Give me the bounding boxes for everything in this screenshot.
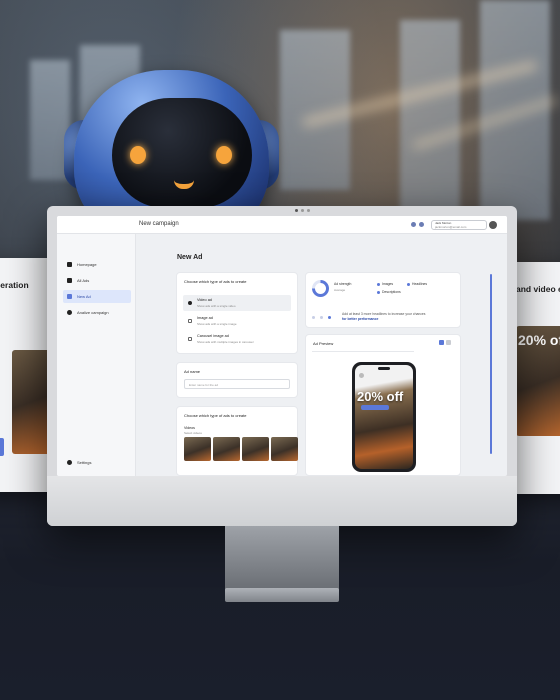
video-thumbnail[interactable] <box>213 437 240 461</box>
ad-type-panel: Choose which type of ads to create Video… <box>176 272 298 354</box>
grid-icon <box>67 278 72 283</box>
sidebar-item-label: Analize campaign <box>77 310 109 315</box>
scrollbar[interactable] <box>490 274 492 454</box>
video-thumbnail[interactable] <box>271 437 298 461</box>
camera-dot <box>295 209 298 212</box>
home-icon <box>67 262 72 267</box>
checkbox-icon <box>188 319 192 323</box>
monitor-stand <box>225 526 339 590</box>
promo-text: 20% off <box>357 389 404 404</box>
ad-preview-title: Ad Preview <box>313 341 334 346</box>
videos-label: Videos <box>184 426 195 430</box>
ad-type-option-carousel[interactable]: Carousel image ad Show ads with multiple… <box>183 331 291 347</box>
checkbox-icon <box>188 337 192 341</box>
plus-icon <box>67 294 72 299</box>
monitor-base <box>225 588 339 602</box>
ad-type-option-video[interactable]: Video ad Show ads with a single video <box>183 295 291 311</box>
ad-strength-panel: Ad strength Average Images Headlines Des… <box>305 272 461 328</box>
ad-name-title: Ad name <box>184 369 201 374</box>
ad-name-input[interactable]: Enter name for the ad <box>184 379 290 389</box>
right-floating-card: and video ex 20% of <box>510 262 560 494</box>
sidebar-item-label: All Ads <box>77 278 90 283</box>
ad-strength-donut <box>312 280 329 297</box>
suggestion-strong: for better performance <box>342 317 379 321</box>
videos-panel-title: Choose which type of ads to create <box>184 413 247 418</box>
desktop-view-icon[interactable] <box>446 340 451 345</box>
notification-icon[interactable] <box>411 222 416 227</box>
monitor: New campaign Jack Morton jackmorton@emai… <box>47 206 517 526</box>
metric-headlines: Headlines <box>412 282 428 286</box>
sidebar-item-label: Homepage <box>77 262 97 267</box>
sidebar: Homepage All Ads New Ad Analize campaign… <box>57 234 136 476</box>
mobile-view-icon[interactable] <box>439 340 444 345</box>
avatar[interactable] <box>489 221 497 229</box>
right-card-promo: 20% of <box>518 332 560 348</box>
phone-notch <box>378 367 390 370</box>
left-card-accent <box>0 438 4 456</box>
phone-screen: 20% off <box>355 365 413 469</box>
metric-images: Images <box>382 282 394 286</box>
left-card-title: t generation <box>0 280 29 290</box>
user-menu[interactable]: Jack Morton jackmorton@email.com <box>431 220 487 230</box>
page-title: New Ad <box>177 254 203 261</box>
phone-mockup: 20% off <box>352 362 416 472</box>
user-email: jackmorton@email.com <box>435 224 467 229</box>
info-icon <box>67 310 72 315</box>
ad-type-option-image[interactable]: Image ad Show ads with a single image <box>183 313 291 329</box>
metric-descriptions: Descriptions <box>382 290 401 294</box>
sidebar-item-homepage[interactable]: Homepage <box>63 258 131 271</box>
robot-right-eye <box>216 146 232 164</box>
radio-icon <box>188 301 192 305</box>
help-icon[interactable] <box>419 222 424 227</box>
sidebar-item-analize-campaign[interactable]: Analize campaign <box>63 306 131 319</box>
monitor-chin <box>47 476 517 526</box>
robot-mouth <box>174 180 194 189</box>
ad-type-title: Choose which type of ads to create <box>184 279 247 284</box>
ad-preview-panel: Ad Preview 20% off <box>305 334 461 476</box>
right-card-photo: 20% of <box>516 326 560 436</box>
videos-panel: Choose which type of ads to create Video… <box>176 406 298 476</box>
header-title: New campaign <box>139 221 179 227</box>
gear-icon <box>67 460 72 465</box>
sidebar-item-all-ads[interactable]: All Ads <box>63 274 131 287</box>
video-thumbnail[interactable] <box>242 437 269 461</box>
sidebar-item-label: Settings <box>77 460 92 465</box>
right-card-title: and video ex <box>516 284 560 294</box>
videos-sub: Select videos <box>184 431 202 435</box>
app-screen: New campaign Jack Morton jackmorton@emai… <box>57 216 507 476</box>
ad-avatar <box>359 373 364 378</box>
video-thumbnail[interactable] <box>184 437 211 461</box>
ad-strength-value: Average <box>334 288 346 292</box>
app-header: New campaign Jack Morton jackmorton@emai… <box>57 216 507 234</box>
sidebar-item-label: New Ad <box>77 294 91 299</box>
ad-strength-label: Ad strength <box>334 282 352 286</box>
promo-button <box>361 405 389 410</box>
sidebar-item-settings[interactable]: Settings <box>63 456 131 469</box>
sidebar-item-new-ad[interactable]: New Ad <box>63 290 131 303</box>
robot-face <box>112 98 252 208</box>
left-card-photo <box>12 350 50 454</box>
ad-name-panel: Ad name Enter name for the ad <box>176 362 298 398</box>
robot-left-eye <box>130 146 146 164</box>
suggestion-text: Add at least 3 more headlines to increas… <box>342 312 426 316</box>
robot-mascot <box>64 70 279 240</box>
